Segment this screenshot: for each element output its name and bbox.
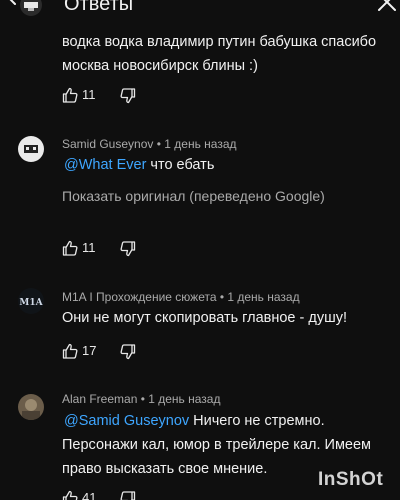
comment-text: @What Ever что ебать	[64, 157, 215, 173]
inshot-watermark: InShOt	[318, 469, 384, 490]
comment-timestamp: • 1 день назад	[216, 290, 300, 304]
thumb-down-icon[interactable]	[120, 491, 136, 500]
comment-timestamp: • 1 день назад	[137, 392, 221, 406]
comment-text: водка водка владимир путин бабушка спаси…	[62, 34, 377, 74]
comment-timestamp: • 1 день назад	[153, 137, 237, 151]
avatar-image-icon	[24, 145, 38, 153]
mention-link[interactable]: @Samid Guseynov	[64, 413, 189, 429]
avatar-logo: M1A	[19, 298, 43, 308]
thumb-up-icon[interactable]	[62, 343, 78, 359]
thumb-down-icon[interactable]	[120, 344, 136, 360]
avatar[interactable]: M1A	[18, 288, 44, 314]
thumb-up-icon[interactable]	[62, 240, 78, 256]
comment-author-line: M1A I Прохождение сюжета • 1 день назад	[62, 290, 300, 304]
like-count: 17	[82, 343, 97, 358]
like-count: 11	[82, 240, 96, 255]
show-original-link[interactable]: Показать оригинал (переведено Google)	[62, 188, 325, 204]
avatar[interactable]	[18, 394, 44, 420]
comment-1: водка водка владимир путин бабушка спаси…	[0, 0, 400, 110]
author-name[interactable]: Samid Guseynov	[62, 137, 153, 151]
author-name[interactable]: Alan Freeman	[62, 392, 137, 406]
comment-3: M1A M1A I Прохождение сюжета • 1 день на…	[0, 284, 400, 374]
svg-text:M1A: M1A	[19, 298, 43, 308]
avatar[interactable]	[20, 0, 42, 16]
thumb-down-icon[interactable]	[120, 241, 136, 257]
author-name[interactable]: M1A I Прохождение сюжета	[62, 290, 217, 304]
replies-screen: Ответы водка водка владимир путин бабушк…	[0, 0, 400, 500]
thumb-up-icon[interactable]	[62, 87, 78, 103]
thumb-up-icon[interactable]	[62, 490, 78, 500]
like-count: 11	[82, 87, 96, 102]
mention-link[interactable]: @What Ever	[64, 157, 146, 173]
avatar[interactable]	[18, 136, 44, 162]
avatar-image-icon	[22, 399, 40, 420]
comment-author-line: Alan Freeman • 1 день назад	[62, 392, 220, 406]
like-count: 41	[82, 490, 97, 500]
comment-author-line: Samid Guseynov • 1 день назад	[62, 137, 237, 151]
comment-2: Samid Guseynov • 1 день назад @What Ever…	[0, 128, 400, 268]
comment-text: Они не могут скопировать главное - душу!	[62, 310, 348, 326]
thumb-down-icon[interactable]	[120, 88, 136, 104]
avatar-image-icon	[24, 2, 38, 11]
